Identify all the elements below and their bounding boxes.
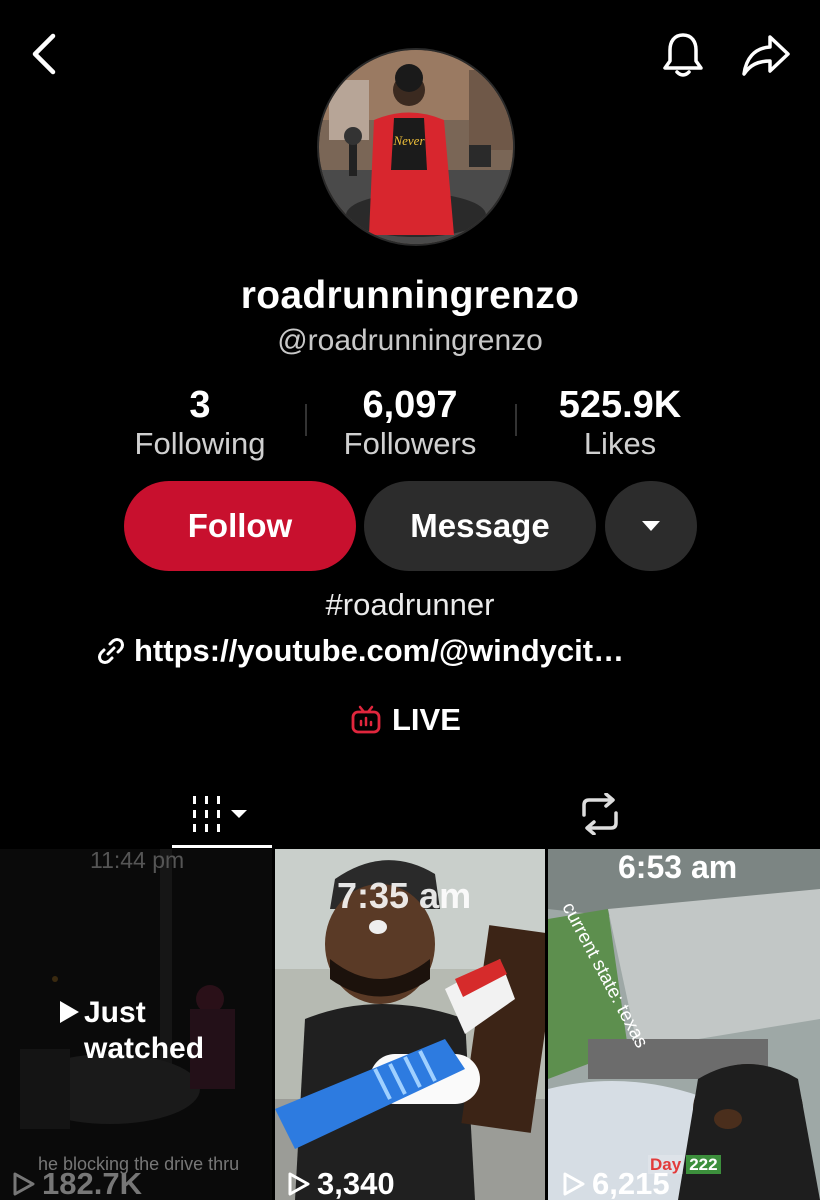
live-label: LIVE	[392, 702, 461, 737]
followers-label: Followers	[343, 426, 477, 461]
message-button[interactable]: Message	[364, 481, 596, 571]
svg-text:Never: Never	[392, 133, 425, 148]
view-count-value: 182.7K	[42, 1166, 142, 1200]
share-button[interactable]	[737, 28, 795, 82]
avatar-photo: Never	[319, 50, 513, 244]
profile-link-text: https://youtube.com/@windycit…	[134, 633, 625, 668]
followers-count: 6,097	[362, 384, 458, 426]
link-icon	[96, 636, 126, 666]
likes-count: 525.9K	[558, 384, 682, 426]
caret-down-icon	[642, 521, 660, 531]
live-button[interactable]: LIVE	[350, 700, 461, 740]
view-count: 6,215	[562, 1166, 670, 1200]
video-thumbnail[interactable]: 11:44 pm Just watched he blocking the dr…	[0, 849, 272, 1200]
view-count-value: 6,215	[592, 1166, 670, 1200]
following-count: 3	[189, 384, 211, 426]
day-number: 222	[686, 1155, 721, 1174]
profile-link[interactable]: https://youtube.com/@windycit…	[96, 630, 624, 672]
back-button[interactable]	[20, 28, 68, 80]
profile-page: Never roadrunningrenzo @roadrunningrenzo…	[0, 0, 820, 1200]
likes-stat[interactable]: 525.9K Likes	[530, 384, 710, 462]
play-outline-icon	[563, 1172, 585, 1196]
stat-divider	[515, 404, 517, 436]
just-watched-badge: Just watched	[58, 995, 204, 1067]
chevron-left-icon	[32, 33, 56, 75]
followers-stat[interactable]: 6,097 Followers	[320, 384, 500, 462]
notifications-button[interactable]	[656, 28, 710, 82]
likes-label: Likes	[583, 426, 657, 461]
follow-button[interactable]: Follow	[124, 481, 356, 571]
video-thumbnail[interactable]: 7:35 am 3,340	[275, 849, 545, 1200]
repost-icon	[582, 793, 618, 835]
following-label: Following	[134, 426, 266, 461]
video-thumbnail[interactable]: 6:53 am current state: texas Day 222 6,21…	[548, 849, 820, 1200]
just-watched-label: Just watched	[84, 996, 205, 1065]
avatar[interactable]: Never	[317, 48, 515, 246]
bell-icon	[663, 33, 703, 77]
handle: @roadrunningrenzo	[277, 324, 543, 357]
stat-divider	[305, 404, 307, 436]
more-options-button[interactable]	[605, 481, 697, 571]
view-count: 182.7K	[12, 1166, 142, 1200]
share-arrow-icon	[742, 35, 790, 76]
video-time-overlay: 11:44 pm	[90, 849, 185, 873]
play-icon	[60, 1001, 79, 1023]
grid-bars-icon	[193, 796, 247, 832]
view-count-value: 3,340	[317, 1166, 395, 1200]
tab-active-indicator	[172, 845, 272, 848]
following-stat[interactable]: 3 Following	[115, 384, 285, 462]
video-thumbnail-image	[548, 849, 820, 1200]
bio-text: #roadrunner	[325, 587, 495, 622]
display-name: roadrunningrenzo	[240, 274, 580, 317]
tab-reposts[interactable]	[555, 780, 645, 848]
view-count: 3,340	[287, 1166, 395, 1200]
video-time-overlay: 7:35 am	[337, 875, 472, 916]
play-outline-icon	[13, 1172, 35, 1196]
tv-live-icon	[351, 705, 381, 734]
tab-videos[interactable]	[172, 780, 272, 848]
video-time-overlay: 6:53 am	[618, 849, 738, 885]
play-outline-icon	[288, 1172, 310, 1196]
